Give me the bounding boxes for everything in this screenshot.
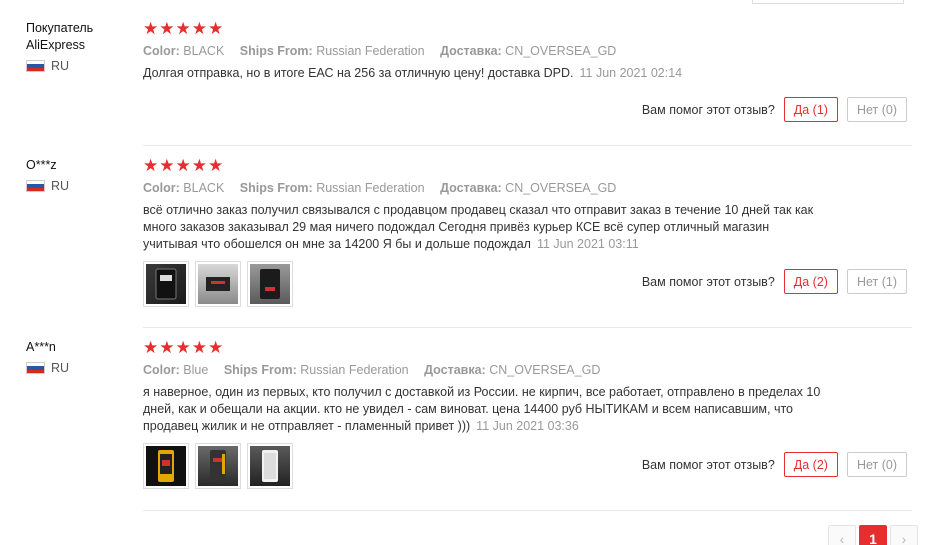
pagination: ‹ 1 › (828, 525, 918, 545)
review-text: я наверное, один из первых, кто получил … (143, 384, 823, 435)
ships-from-value: Russian Federation (316, 44, 425, 58)
russia-flag-icon (26, 180, 45, 192)
review-text-content: всё отлично заказ получил связывался с п… (143, 203, 814, 251)
color-value: BLACK (183, 181, 225, 195)
review-divider (143, 145, 912, 146)
review-photo-thumbnail[interactable] (143, 261, 189, 307)
delivery-label: Доставка: (440, 181, 502, 195)
helpful-vote: Вам помог этот отзыв? Да (1) Нет (0) (642, 97, 907, 122)
review-date: 11 Jun 2021 02:14 (579, 66, 683, 80)
ships-from-label: Ships From: (239, 181, 313, 195)
color-value: Blue (183, 363, 209, 377)
review-photo-thumbnail[interactable] (247, 443, 293, 489)
helpful-no-button[interactable]: Нет (1) (846, 269, 907, 294)
helpful-vote: Вам помог этот отзыв? Да (2) Нет (0) (642, 452, 907, 477)
reviewer-name: A***n (26, 340, 56, 354)
helpful-yes-button[interactable]: Да (2) (783, 452, 838, 477)
sort-dropdown-fragment[interactable] (752, 0, 904, 4)
helpful-question: Вам помог этот отзыв? (641, 274, 775, 289)
ships-from-label: Ships From: (239, 44, 313, 58)
ships-from-value: Russian Federation (316, 181, 425, 195)
helpful-yes-button[interactable]: Да (2) (783, 269, 838, 294)
photo-image (146, 446, 186, 486)
review-item: Покупатель AliExpress RU ★★★★★ Color: BL… (0, 10, 934, 146)
reviewer-info: A***n RU (26, 339, 136, 375)
photo-image (250, 446, 290, 486)
pagination-page-current[interactable]: 1 (859, 525, 887, 545)
helpful-question: Вам помог этот отзыв? (641, 457, 775, 472)
review-item: O***z RU ★★★★★ Color: BLACK Ships From: … (0, 147, 934, 328)
photo-image (198, 446, 238, 486)
reviewer-country: RU (26, 361, 136, 375)
pagination-prev-button[interactable]: ‹ (828, 525, 856, 545)
country-code: RU (51, 179, 70, 193)
reviewer-country: RU (26, 59, 136, 73)
order-info: Color: BLACK Ships From: Russian Federat… (143, 42, 823, 60)
review-photo-thumbnail[interactable] (195, 443, 241, 489)
star-rating: ★★★★★ (143, 156, 225, 175)
delivery-value: CN_OVERSEA_GD (489, 363, 601, 377)
russia-flag-icon (26, 362, 45, 374)
ships-from-label: Ships From: (223, 363, 297, 377)
star-rating: ★★★★★ (143, 338, 225, 357)
country-code: RU (51, 361, 70, 375)
review-text: всё отлично заказ получил связывался с п… (143, 202, 823, 253)
delivery-value: CN_OVERSEA_GD (505, 181, 617, 195)
reviewer-info: O***z RU (26, 157, 136, 193)
photo-image (146, 264, 186, 304)
star-rating: ★★★★★ (143, 19, 225, 38)
helpful-vote: Вам помог этот отзыв? Да (2) Нет (1) (642, 269, 907, 294)
helpful-yes-button[interactable]: Да (1) (783, 97, 838, 122)
pagination-next-button[interactable]: › (890, 525, 918, 545)
order-info: Color: Blue Ships From: Russian Federati… (143, 361, 823, 379)
order-info: Color: BLACK Ships From: Russian Federat… (143, 179, 823, 197)
color-value: BLACK (183, 44, 225, 58)
review-date: 11 Jun 2021 03:11 (536, 237, 639, 251)
review-item: A***n RU ★★★★★ Color: Blue Ships From: R… (0, 329, 934, 511)
delivery-label: Доставка: (424, 363, 486, 377)
delivery-value: CN_OVERSEA_GD (505, 44, 617, 58)
review-photo-thumbnail[interactable] (247, 261, 293, 307)
country-code: RU (51, 59, 70, 73)
helpful-question: Вам помог этот отзыв? (641, 102, 775, 117)
review-photo-thumbnail[interactable] (143, 443, 189, 489)
review-date: 11 Jun 2021 03:36 (476, 419, 579, 433)
review-text: Долгая отправка, но в итоге ЕАС на 256 з… (143, 65, 823, 82)
review-photo-thumbnail[interactable] (195, 261, 241, 307)
reviewer-name: O***z (26, 158, 57, 172)
review-body: ★★★★★ Color: BLACK Ships From: Russian F… (143, 20, 823, 82)
russia-flag-icon (26, 60, 45, 72)
photo-image (198, 264, 238, 304)
reviewer-name: Покупатель AliExpress (26, 21, 94, 52)
color-label: Color: (143, 181, 180, 195)
review-divider (143, 510, 912, 511)
color-label: Color: (143, 363, 180, 377)
photo-image (250, 264, 290, 304)
reviewer-info: Покупатель AliExpress RU (26, 20, 136, 73)
reviewer-country: RU (26, 179, 136, 193)
helpful-no-button[interactable]: Нет (0) (846, 452, 907, 477)
ships-from-value: Russian Federation (300, 363, 409, 377)
helpful-no-button[interactable]: Нет (0) (846, 97, 907, 122)
delivery-label: Доставка: (440, 44, 502, 58)
review-text-content: Долгая отправка, но в итоге ЕАС на 256 з… (143, 66, 574, 80)
color-label: Color: (143, 44, 180, 58)
review-divider (143, 327, 912, 328)
